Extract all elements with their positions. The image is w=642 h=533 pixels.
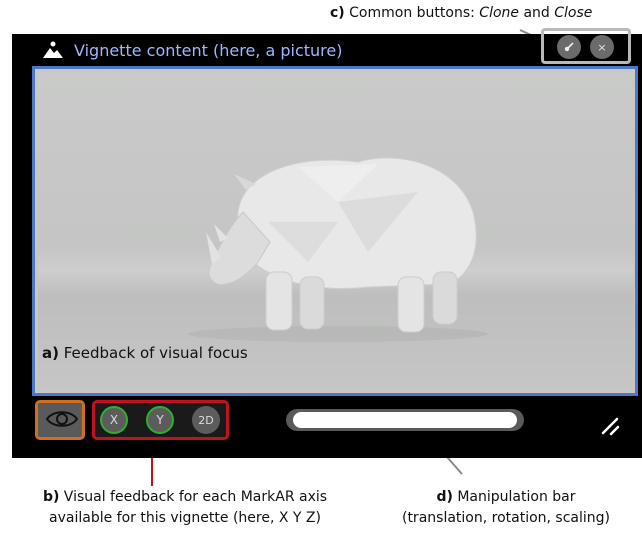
annotation-c-and: and (519, 5, 555, 21)
annotation-d-label: d) (436, 489, 453, 505)
common-buttons-highlight (541, 28, 631, 64)
annotation-c-close: Close (554, 5, 593, 21)
annotation-d-line1: Manipulation bar (452, 489, 576, 505)
annotation-visual-focus: a) Feedback of visual focus (42, 344, 248, 362)
axis-y-button[interactable]: Y (146, 406, 174, 434)
annotation-common-buttons: c) Common buttons: Clone and Close (330, 5, 592, 21)
close-icon: × (597, 40, 607, 54)
annotation-manipulation-bar: d) Manipulation bar (translation, rotati… (370, 487, 642, 529)
annotation-d-line2: (translation, rotation, scaling) (401, 510, 610, 526)
annotation-axis-feedback: b) Visual feedback for each MarkAR axis … (14, 487, 356, 529)
axis-2d-button[interactable]: 2D (192, 406, 220, 434)
annotation-c-clone: Clone (479, 5, 520, 21)
annotation-b-line1: Visual feedback for each MarkAR axis (59, 489, 328, 505)
resize-icon[interactable] (599, 415, 621, 437)
close-button[interactable]: × (590, 35, 614, 59)
annotation-c-text: Common buttons: (344, 5, 480, 21)
eye-icon (46, 411, 78, 427)
clone-button[interactable] (557, 35, 581, 59)
annotation-a-label: a) (42, 344, 59, 362)
axis-x-button[interactable]: X (100, 406, 128, 434)
annotation-a-text: Feedback of visual focus (58, 344, 248, 362)
manipulation-bar-handle[interactable] (293, 412, 517, 428)
annotation-b-label: b) (42, 489, 60, 505)
clone-icon (564, 42, 574, 52)
picture-icon (43, 41, 63, 58)
vignette-window: Vignette content (here, a picture) × a) … (12, 28, 642, 458)
annotation-b-line2: available for this vignette (here, X Y Z… (49, 510, 321, 526)
vignette-title: Vignette content (here, a picture) (74, 41, 343, 60)
annotation-c-label: c) (330, 5, 345, 21)
